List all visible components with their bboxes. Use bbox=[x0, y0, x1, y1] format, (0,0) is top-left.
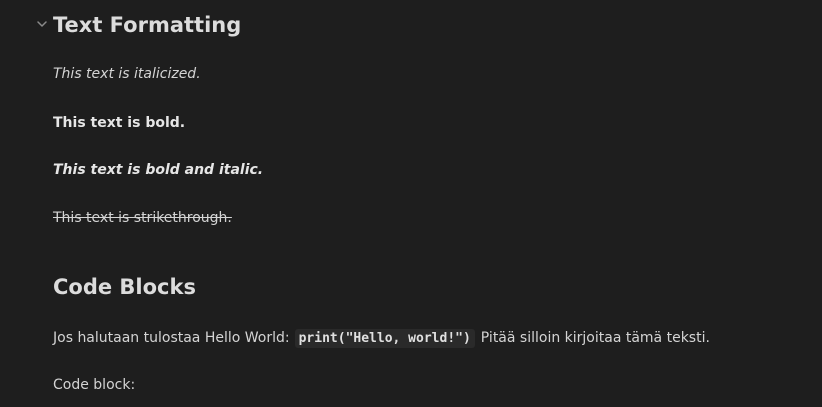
paragraph-text-after: Pitää silloin kirjoitaa tämä teksti. bbox=[480, 330, 710, 346]
markdown-editor[interactable]: Text Formatting This text is italicized.… bbox=[0, 0, 822, 407]
bold-text: This text is bold. bbox=[53, 115, 186, 131]
paragraph-hello-world: Jos halutaan tulostaa Hello World: print(… bbox=[53, 328, 710, 349]
heading-code-blocks: Code Blocks bbox=[53, 275, 196, 299]
heading-text-formatting: Text Formatting bbox=[53, 13, 242, 37]
chevron-down-icon[interactable] bbox=[35, 17, 49, 31]
italic-text: This text is italicized. bbox=[53, 66, 201, 82]
bold-italic-text: This text is bold and italic. bbox=[53, 162, 264, 178]
paragraph-text-before: Jos halutaan tulostaa Hello World: bbox=[53, 330, 290, 346]
inline-code: print("Hello, world!") bbox=[294, 329, 475, 348]
code-block-label: Code block: bbox=[53, 377, 136, 393]
strikethrough-text: This text is strikethrough. bbox=[53, 210, 232, 226]
